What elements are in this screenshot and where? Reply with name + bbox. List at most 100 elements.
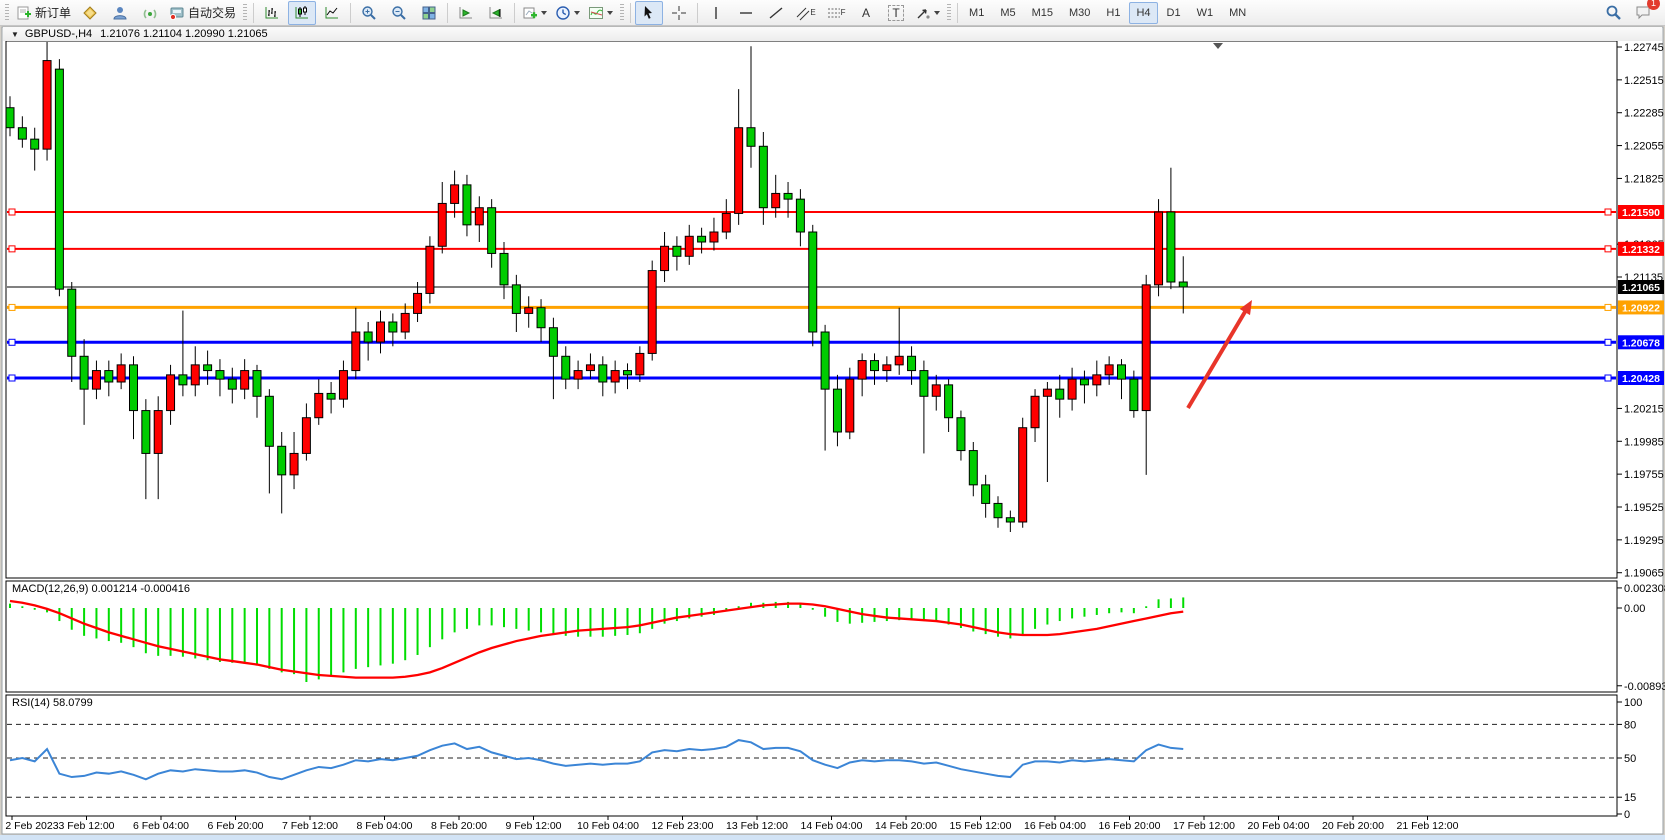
signals-button[interactable] xyxy=(136,1,164,25)
line-handle xyxy=(1605,339,1611,345)
indicators-button[interactable] xyxy=(585,1,616,25)
rsi-axis-label: 80 xyxy=(1624,719,1636,731)
macd-axis-label: 0.00 xyxy=(1624,603,1645,615)
macd-axis-label: -0.008939 xyxy=(1624,681,1665,693)
time-tick-label: 2 Feb 2023 xyxy=(5,820,58,832)
dropdown-caret-icon xyxy=(607,11,613,15)
auto-scroll-button[interactable] xyxy=(482,1,510,25)
auto-scroll-icon xyxy=(488,5,504,21)
vertical-line-tool-button[interactable] xyxy=(702,1,730,25)
line-handle xyxy=(9,246,15,252)
toolbar-grip[interactable] xyxy=(947,4,951,22)
tile-windows-icon xyxy=(421,5,437,21)
bar-chart-icon xyxy=(264,5,280,21)
new-order-button[interactable]: 新订单 xyxy=(13,1,74,25)
price-chip-label: 1.21065 xyxy=(1622,282,1660,294)
tf-H4[interactable]: H4 xyxy=(1129,2,1157,24)
market-watch-button[interactable] xyxy=(76,1,104,25)
price-chip-label: 1.20428 xyxy=(1622,373,1660,385)
text-label-tool-button[interactable]: T xyxy=(882,1,910,25)
zoom-in-button[interactable] xyxy=(355,1,383,25)
line-handle xyxy=(9,375,15,381)
main-toolbar: 新订单 自动交易 xyxy=(0,0,1665,26)
time-tick-label: 9 Feb 12:00 xyxy=(505,820,561,832)
tf-M15[interactable]: M15 xyxy=(1025,2,1060,24)
price-tick-label: 1.20215 xyxy=(1624,403,1664,415)
new-chart-button[interactable] xyxy=(519,1,550,25)
price-tick-label: 1.22285 xyxy=(1624,108,1664,120)
line-handle xyxy=(9,209,15,215)
chart-canvas[interactable]: 1.227451.225151.222851.220551.218251.213… xyxy=(0,0,1665,840)
cursor-tool-button[interactable] xyxy=(635,1,663,25)
rsi-pane xyxy=(6,695,1617,816)
chart-title: GBPUSD-,H4 xyxy=(25,28,92,40)
channel-icon xyxy=(796,5,810,21)
arrows-tool-button[interactable] xyxy=(912,1,943,25)
trendline-icon xyxy=(768,5,784,21)
data-window-button[interactable] xyxy=(106,1,134,25)
time-tick-label: 7 Feb 12:00 xyxy=(282,820,338,832)
time-tick-label: 14 Feb 20:00 xyxy=(875,820,937,832)
bar-chart-button[interactable] xyxy=(258,1,286,25)
auto-trading-label: 自动交易 xyxy=(188,4,236,21)
cursor-icon xyxy=(641,5,657,21)
periods-button[interactable] xyxy=(552,1,583,25)
indicators-icon xyxy=(588,5,604,21)
toolbar-grip[interactable] xyxy=(5,4,9,22)
zoom-in-icon xyxy=(361,5,377,21)
price-tick-label: 1.21825 xyxy=(1624,173,1664,185)
candle-chart-button[interactable] xyxy=(288,1,316,25)
chart-shift-icon xyxy=(458,5,474,21)
price-tick-label: 1.22055 xyxy=(1624,141,1664,153)
price-tick-label: 1.19985 xyxy=(1624,436,1664,448)
tf-M30[interactable]: M30 xyxy=(1062,2,1097,24)
fibonacci-tool-button[interactable]: F xyxy=(822,1,850,25)
time-tick-label: 6 Feb 04:00 xyxy=(133,820,189,832)
tf-M1[interactable]: M1 xyxy=(962,2,991,24)
trendline-tool-button[interactable] xyxy=(762,1,790,25)
chart-shift-button[interactable] xyxy=(452,1,480,25)
toolbar-right-tools: 1 xyxy=(1598,1,1663,25)
tf-W1[interactable]: W1 xyxy=(1190,2,1221,24)
horizontal-line-tool-button[interactable] xyxy=(732,1,760,25)
macd-pane xyxy=(6,581,1617,692)
time-tick-label: 15 Feb 12:00 xyxy=(950,820,1012,832)
symbol-dropdown-icon[interactable]: ▼ xyxy=(11,30,19,39)
arrows-tool-icon xyxy=(915,5,931,21)
price-tick-label: 1.19295 xyxy=(1624,535,1664,547)
dropdown-caret-icon xyxy=(574,11,580,15)
line-handle xyxy=(9,339,15,345)
dropdown-caret-icon xyxy=(541,11,547,15)
price-tick-label: 1.22515 xyxy=(1624,75,1664,87)
time-tick-label: 17 Feb 12:00 xyxy=(1173,820,1235,832)
text-tool-button[interactable]: A xyxy=(852,1,880,25)
separator xyxy=(447,3,448,23)
tile-windows-button[interactable] xyxy=(415,1,443,25)
rsi-axis-label: 0 xyxy=(1624,809,1630,821)
line-chart-button[interactable] xyxy=(318,1,346,25)
tf-H1[interactable]: H1 xyxy=(1099,2,1127,24)
mt4-terminal: { "toolbar": { "new_order_label": "新订单",… xyxy=(0,0,1665,840)
tf-M5[interactable]: M5 xyxy=(993,2,1022,24)
chart-titlebar[interactable]: ▼ GBPUSD-,H4 1.21076 1.21104 1.20990 1.2… xyxy=(3,27,1662,41)
gold-diamond-icon xyxy=(82,5,98,21)
notifications-button[interactable]: 1 xyxy=(1629,1,1657,25)
tf-D1[interactable]: D1 xyxy=(1160,2,1188,24)
candlestick-chart-icon xyxy=(294,5,310,21)
line-handle xyxy=(1605,246,1611,252)
price-tick-label: 1.19525 xyxy=(1624,502,1664,514)
channel-icon-sublabel: E xyxy=(810,8,815,17)
toolbar-grip[interactable] xyxy=(620,4,624,22)
time-tick-label: 14 Feb 04:00 xyxy=(801,820,863,832)
time-tick-label: 16 Feb 04:00 xyxy=(1024,820,1086,832)
tf-MN[interactable]: MN xyxy=(1222,2,1253,24)
rsi-axis-label: 100 xyxy=(1624,697,1642,709)
separator xyxy=(630,3,631,23)
equidistant-channel-tool-button[interactable]: E xyxy=(792,1,820,25)
timeframe-group: M1M5M15M30H1H4D1W1MN xyxy=(961,2,1254,24)
toolbar-grip[interactable] xyxy=(243,4,247,22)
auto-trading-button[interactable]: 自动交易 xyxy=(166,1,239,25)
zoom-out-button[interactable] xyxy=(385,1,413,25)
crosshair-tool-button[interactable] xyxy=(665,1,693,25)
search-button[interactable] xyxy=(1599,1,1627,25)
